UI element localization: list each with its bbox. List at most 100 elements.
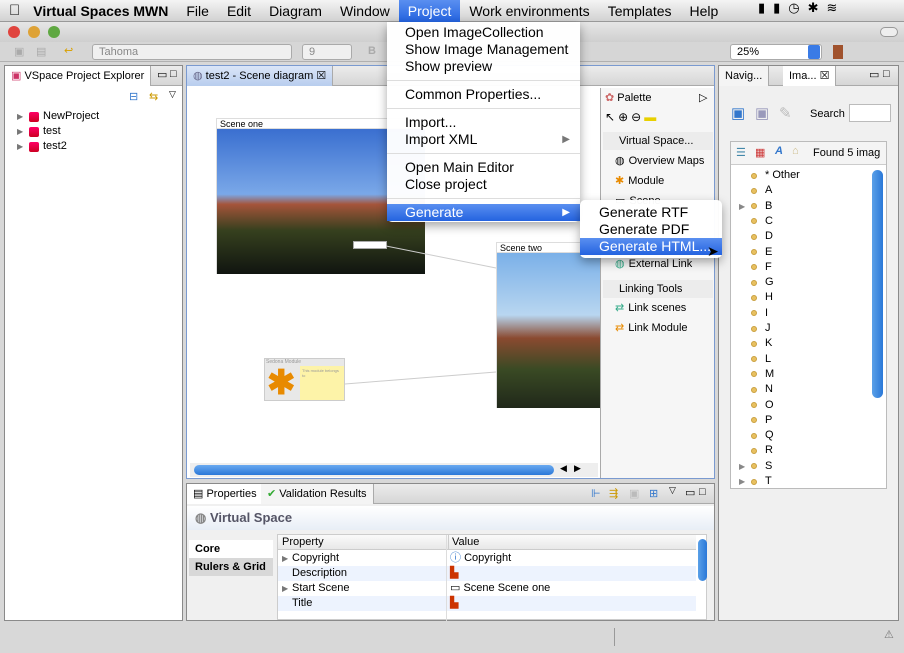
horizontal-scrollbar[interactable]: ◀ ▶ [190,463,598,477]
image-list-item[interactable]: C [751,214,773,229]
minimize-icon[interactable]: ▭ [685,486,695,499]
image-list-item[interactable]: F [751,260,772,275]
image-list-item[interactable]: P [751,413,772,428]
image-list-item[interactable]: L [751,352,771,367]
menu-window[interactable]: Window [331,0,399,22]
column-header-property[interactable]: Property [282,535,324,550]
palette-group-linking-tools[interactable]: Linking Tools [603,280,713,298]
tree-item-newproject[interactable]: ▶ NewProject [17,109,99,124]
tab-project-explorer[interactable]: ▣ VSpace Project Explorer [5,66,152,86]
image-list-item[interactable]: ▶ B [739,199,772,214]
tab-scene-diagram[interactable]: ◍ test2 - Scene diagram ☒ [187,66,334,86]
maximize-icon[interactable]: □ [699,486,706,498]
menu-file[interactable]: File [177,0,218,22]
close-window-button[interactable] [8,26,20,38]
menu-templates[interactable]: Templates [599,0,681,22]
apple-icon[interactable]:  [0,0,29,22]
table-row[interactable]: ▶ Start Scene ▭ Scene Scene one [278,581,696,596]
image-list-item[interactable]: G [751,275,774,290]
app-menu[interactable]: Virtual Spaces MWN [29,0,177,22]
tab-properties[interactable]: ▤ Properties [187,484,264,504]
image-list-item[interactable]: K [751,336,772,351]
pin-icon[interactable]: ⊞ [649,487,658,500]
save-icon[interactable]: ▣ [14,45,24,58]
palette-item-external-link[interactable]: ◍ External Link [615,256,692,272]
minimize-icon[interactable]: ▭ [869,68,879,81]
image-list-item[interactable]: R [751,443,773,458]
expand-icon[interactable]: ▶ [739,459,745,474]
add-image-icon[interactable]: ▣ [731,104,745,122]
image-list-item[interactable]: * Other [751,168,800,183]
scroll-right-icon[interactable]: ▶ [574,463,581,474]
menu-item-generate-pdf[interactable]: Generate PDF [580,221,722,238]
image-list-item[interactable]: M [751,367,774,382]
image-list-item[interactable]: H [751,290,773,305]
palette-item-link-module[interactable]: ⇄ Link Module [615,320,688,336]
font-select[interactable]: Tahoma [92,44,292,60]
menu-item-generate[interactable]: Generate ▶ [387,204,580,221]
menu-project[interactable]: Project [398,0,461,22]
collapse-all-icon[interactable]: ⊟ [129,90,138,103]
menu-diagram[interactable]: Diagram [260,0,331,22]
vertical-scrollbar[interactable] [872,170,883,398]
font-sort-icon[interactable]: A [775,145,783,157]
select-tool-icon[interactable]: ↖ [605,110,618,124]
tag-icon[interactable]: ⌂ [792,145,799,157]
column-header-value[interactable]: Value [448,535,479,550]
calendar-icon[interactable]: ▦ [755,146,765,159]
status-icon[interactable]: ⚠ [884,628,894,641]
image-list-item[interactable]: N [751,382,773,397]
edit-image-icon[interactable]: ✎ [779,104,792,122]
close-tab-icon[interactable]: ☒ [313,70,326,82]
tree-item-test[interactable]: ▶ test [17,124,61,139]
toolbar-toggle-button[interactable] [880,27,898,37]
image-list-item[interactable]: Q [751,428,774,443]
tab-navigator[interactable]: Navig... [719,66,770,86]
scrollbar-thumb[interactable] [194,465,554,475]
menu-item-generate-html[interactable]: Generate HTML... [580,238,722,255]
zoom-in-tool-icon[interactable]: ⊕ [618,110,631,124]
expand-icon[interactable]: ▶ [739,474,745,489]
palette-item-overview-maps[interactable]: ◍ Overview Maps [615,153,704,169]
palette-group-virtual-space[interactable]: Virtual Space... [603,132,713,150]
menu-item-show-image-management[interactable]: Show Image Management [387,41,580,58]
section-rulers-grid[interactable]: Rulers & Grid [189,558,273,576]
image-list-item[interactable]: J [751,321,771,336]
note-tool-icon[interactable]: ▬ [644,110,659,124]
tree-item-test2[interactable]: ▶ test2 [17,139,67,154]
minimize-window-button[interactable] [28,26,40,38]
search-input[interactable] [849,104,891,122]
palette-collapse-icon[interactable]: ▷ [699,91,707,104]
bold-icon[interactable]: B [368,45,376,57]
tree-view-icon[interactable]: ⊩ [591,487,601,500]
image-list-item[interactable]: ▶ S [739,459,772,474]
menu-edit[interactable]: Edit [218,0,260,22]
maximize-icon[interactable]: □ [170,68,177,80]
zoom-out-tool-icon[interactable]: ⊖ [631,110,644,124]
zoom-dropdown-button[interactable] [808,45,820,59]
tab-images[interactable]: Ima... ☒ [783,66,837,86]
menu-help[interactable]: Help [681,0,728,22]
close-tab-icon[interactable]: ☒ [817,70,830,82]
remove-image-icon[interactable]: ▣ [755,104,769,122]
image-list-item[interactable]: O [751,398,774,413]
menu-item-open-imagecollection[interactable]: Open ImageCollection [387,24,580,41]
palette-item-module[interactable]: ✱ Module [615,173,664,189]
maximize-icon[interactable]: □ [883,68,890,80]
properties-scrollbar[interactable] [698,539,707,581]
scroll-left-icon[interactable]: ◀ [560,463,567,474]
expand-icon[interactable]: ▶ [17,109,25,124]
back-icon[interactable]: ↩ [64,44,73,57]
expand-icon[interactable]: ▶ [282,581,288,596]
zoom-window-button[interactable] [48,26,60,38]
expand-icon[interactable]: ▶ [739,199,745,214]
tab-validation-results[interactable]: ✔ Validation Results [261,484,374,504]
table-row[interactable]: ▶ Copyright ⓘ Copyright [278,551,696,566]
menu-item-generate-rtf[interactable]: Generate RTF [580,204,722,221]
image-list-item[interactable]: E [751,245,772,260]
image-list-item[interactable]: D [751,229,773,244]
restore-icon[interactable]: ▣ [629,487,639,500]
expand-icon[interactable]: ▶ [17,139,25,154]
image-list-item[interactable]: ▶ T [739,474,772,489]
table-row[interactable]: Description ▙ [278,566,696,581]
